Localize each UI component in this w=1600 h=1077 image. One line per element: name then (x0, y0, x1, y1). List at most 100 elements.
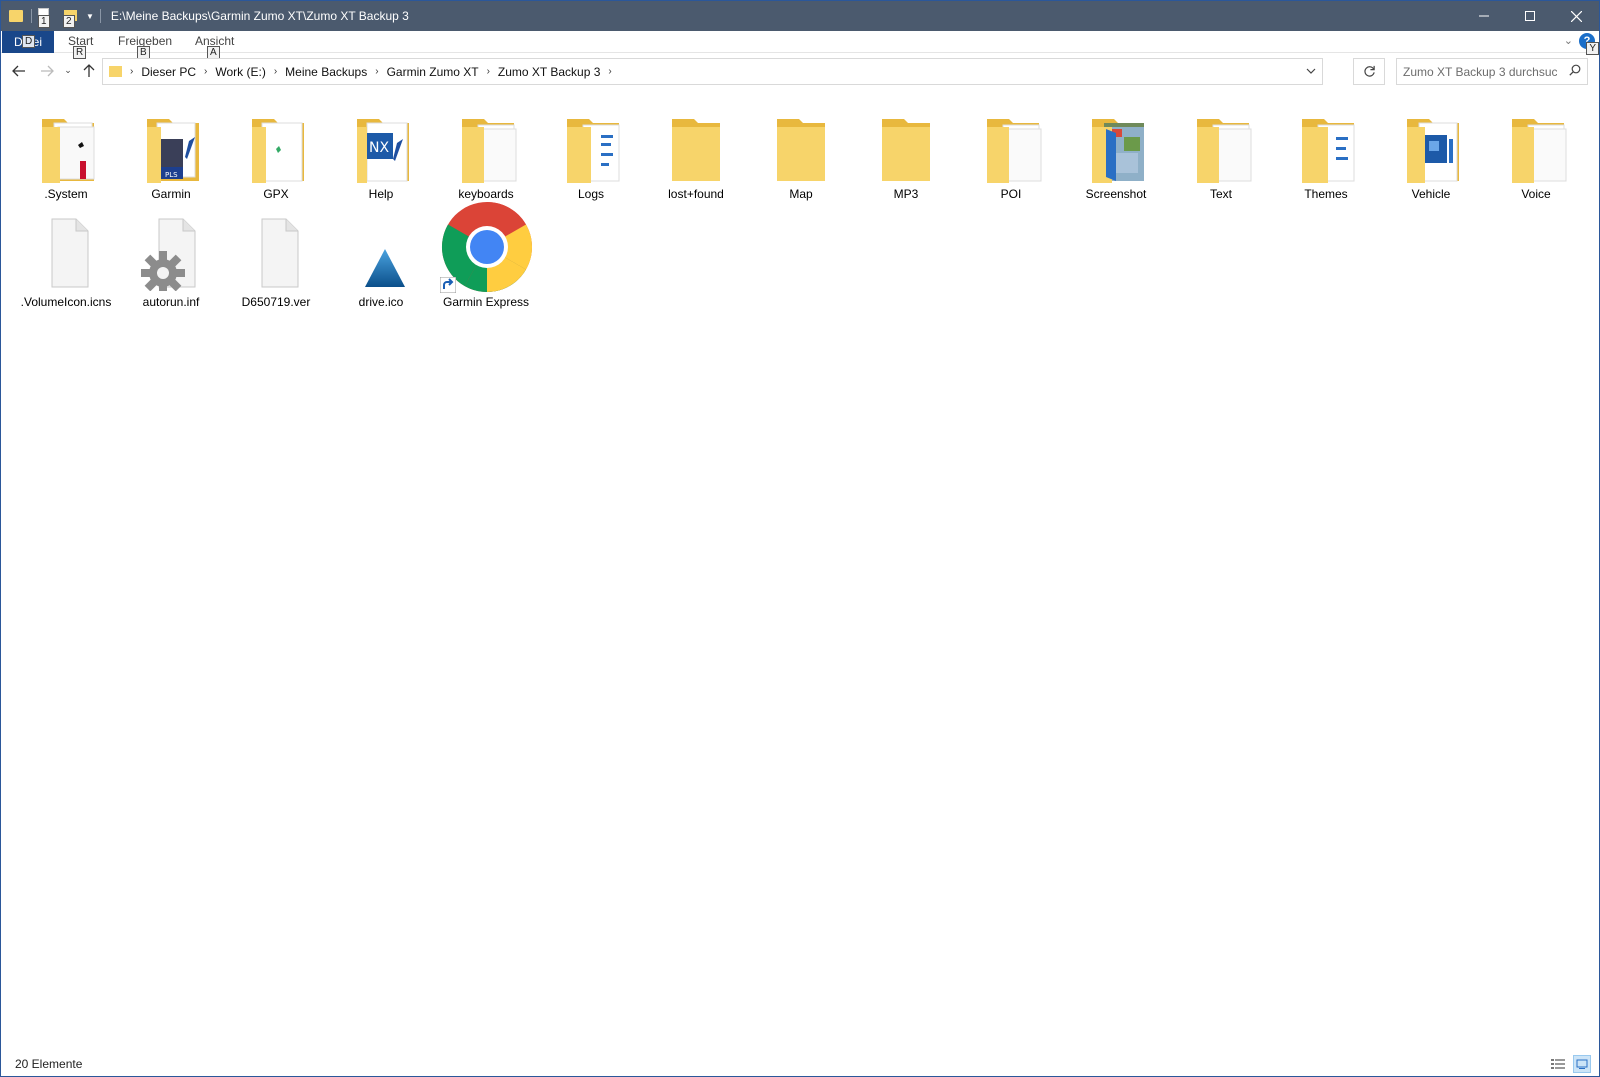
folder-item[interactable]: MP3 (858, 99, 954, 205)
svg-text:NX: NX (369, 140, 389, 156)
item-label: drive.ico (358, 295, 404, 309)
folder-app-icon (9, 8, 23, 24)
file-item[interactable]: drive.ico (333, 207, 429, 313)
up-button[interactable] (79, 60, 99, 82)
keytip-file: D (22, 35, 36, 48)
folder-item[interactable]: Text (1173, 99, 1269, 205)
keytip-2: 2 (63, 15, 75, 28)
search-box[interactable] (1396, 58, 1588, 85)
folder-item[interactable]: PLS Garmin (123, 99, 219, 205)
folder-item[interactable]: GPX (228, 99, 324, 205)
chevron-right-icon[interactable]: › (375, 66, 378, 77)
folder-icon (567, 119, 620, 183)
item-label: Text (1209, 187, 1232, 201)
qat-dropdown-icon[interactable]: ▼ (86, 12, 94, 21)
chevron-right-icon[interactable]: › (204, 66, 207, 77)
folder-item[interactable]: Voice (1488, 99, 1584, 205)
item-label: D650719.ver (241, 295, 311, 309)
item-label: .VolumeIcon.icns (20, 295, 112, 309)
item-label: Screenshot (1085, 187, 1147, 201)
keytip-1: 1 (38, 15, 50, 28)
breadcrumb-garmin[interactable]: Garmin Zumo XT (387, 65, 479, 79)
item-count: 20 Elemente (15, 1057, 83, 1071)
folder-item[interactable]: Vehicle (1383, 99, 1479, 205)
item-label: Help (368, 187, 394, 201)
breadcrumb-drive[interactable]: Work (E:) (215, 65, 265, 79)
item-label: POI (1000, 187, 1022, 201)
chevron-right-icon[interactable]: › (274, 66, 277, 77)
folder-icon (882, 119, 930, 181)
forward-button[interactable] (37, 60, 57, 82)
item-label: MP3 (893, 187, 919, 201)
large-icons-view-icon (1576, 1059, 1588, 1069)
refresh-button[interactable] (1353, 58, 1385, 85)
ribbon-tabs: Datei D Start R Freigeben B Ansicht A ⌄ … (1, 31, 1599, 59)
folder-icon (1302, 119, 1355, 183)
minimize-button[interactable] (1461, 1, 1507, 31)
search-input[interactable] (1397, 60, 1557, 83)
shortcut-item[interactable]: Garmin Express (438, 201, 534, 313)
breadcrumb-backups[interactable]: Meine Backups (285, 65, 367, 79)
status-bar: 20 Elemente (1, 1052, 1599, 1076)
item-label: Vehicle (1411, 187, 1451, 201)
folder-item[interactable]: NX Help (333, 99, 429, 205)
title-bar: 1 2 ▼ E:\Meine Backups\Garmin Zumo XT\Zu… (1, 1, 1599, 31)
blank-file-icon (261, 218, 299, 288)
folder-item[interactable]: Map (753, 99, 849, 205)
folder-icon (672, 119, 720, 181)
breadcrumb-this-pc[interactable]: Dieser PC (141, 65, 196, 79)
new-folder-icon[interactable]: 2 (63, 8, 78, 28)
search-icon[interactable] (1569, 64, 1581, 76)
item-label: Garmin (151, 187, 191, 201)
folder-icon (1092, 119, 1144, 183)
up-arrow-icon (83, 64, 95, 77)
details-view-button[interactable] (1549, 1055, 1567, 1073)
qat-divider (31, 9, 32, 23)
folder-item[interactable]: POI (963, 99, 1059, 205)
expand-ribbon-icon[interactable]: ⌄ (1564, 34, 1573, 47)
recent-locations-icon[interactable]: ⌄ (61, 60, 75, 82)
folder-item[interactable]: Logs (543, 99, 639, 205)
folder-item[interactable]: keyboards (438, 99, 534, 205)
file-item[interactable]: D650719.ver (228, 207, 324, 313)
file-item[interactable]: autorun.inf (123, 207, 219, 313)
folder-item[interactable]: Screenshot (1068, 99, 1164, 205)
folder-item[interactable]: lost+found (648, 99, 744, 205)
shortcut-arrow-icon (440, 277, 456, 293)
tab-file[interactable]: Datei D (2, 31, 54, 53)
item-label: .System (44, 187, 88, 201)
address-bar[interactable]: › Dieser PC › Work (E:) › Meine Backups … (102, 58, 1323, 85)
folder-icon (1407, 119, 1459, 183)
qat-divider-2 (99, 9, 101, 23)
item-label: Map (789, 187, 813, 201)
item-label: Garmin Express (442, 295, 530, 309)
settings-file-icon (141, 218, 196, 291)
close-button[interactable] (1553, 1, 1599, 31)
window-title: E:\Meine Backups\Garmin Zumo XT\Zumo XT … (110, 9, 409, 23)
folder-item[interactable]: .System (18, 99, 114, 205)
folder-icon (252, 119, 304, 183)
item-label: Logs (577, 187, 605, 201)
svg-text:PLS: PLS (165, 171, 178, 179)
back-arrow-icon (12, 65, 25, 77)
folder-icon (462, 119, 517, 183)
chevron-right-icon[interactable]: › (608, 66, 611, 77)
item-label: lost+found (668, 187, 724, 201)
folder-icon (1512, 119, 1567, 183)
maximize-button[interactable] (1507, 1, 1553, 31)
breadcrumb-current[interactable]: Zumo XT Backup 3 (498, 65, 601, 79)
chevron-right-icon[interactable]: › (487, 66, 490, 77)
address-dropdown-icon[interactable] (1306, 63, 1316, 77)
folder-icon (1197, 119, 1252, 183)
file-item[interactable]: .VolumeIcon.icns (18, 207, 114, 313)
item-label: keyboards (458, 187, 514, 201)
keytip-help: Y (1586, 42, 1599, 55)
navigation-bar: ⌄ › Dieser PC › Work (E:) › Meine Backup… (1, 56, 1599, 88)
folder-icon (42, 119, 95, 183)
back-button[interactable] (9, 60, 29, 82)
item-label: Themes (1304, 187, 1348, 201)
chevron-right-icon[interactable]: › (130, 66, 133, 77)
properties-icon[interactable]: 1 (38, 8, 52, 28)
large-icons-view-button[interactable] (1573, 1055, 1591, 1073)
folder-item[interactable]: Themes (1278, 99, 1374, 205)
